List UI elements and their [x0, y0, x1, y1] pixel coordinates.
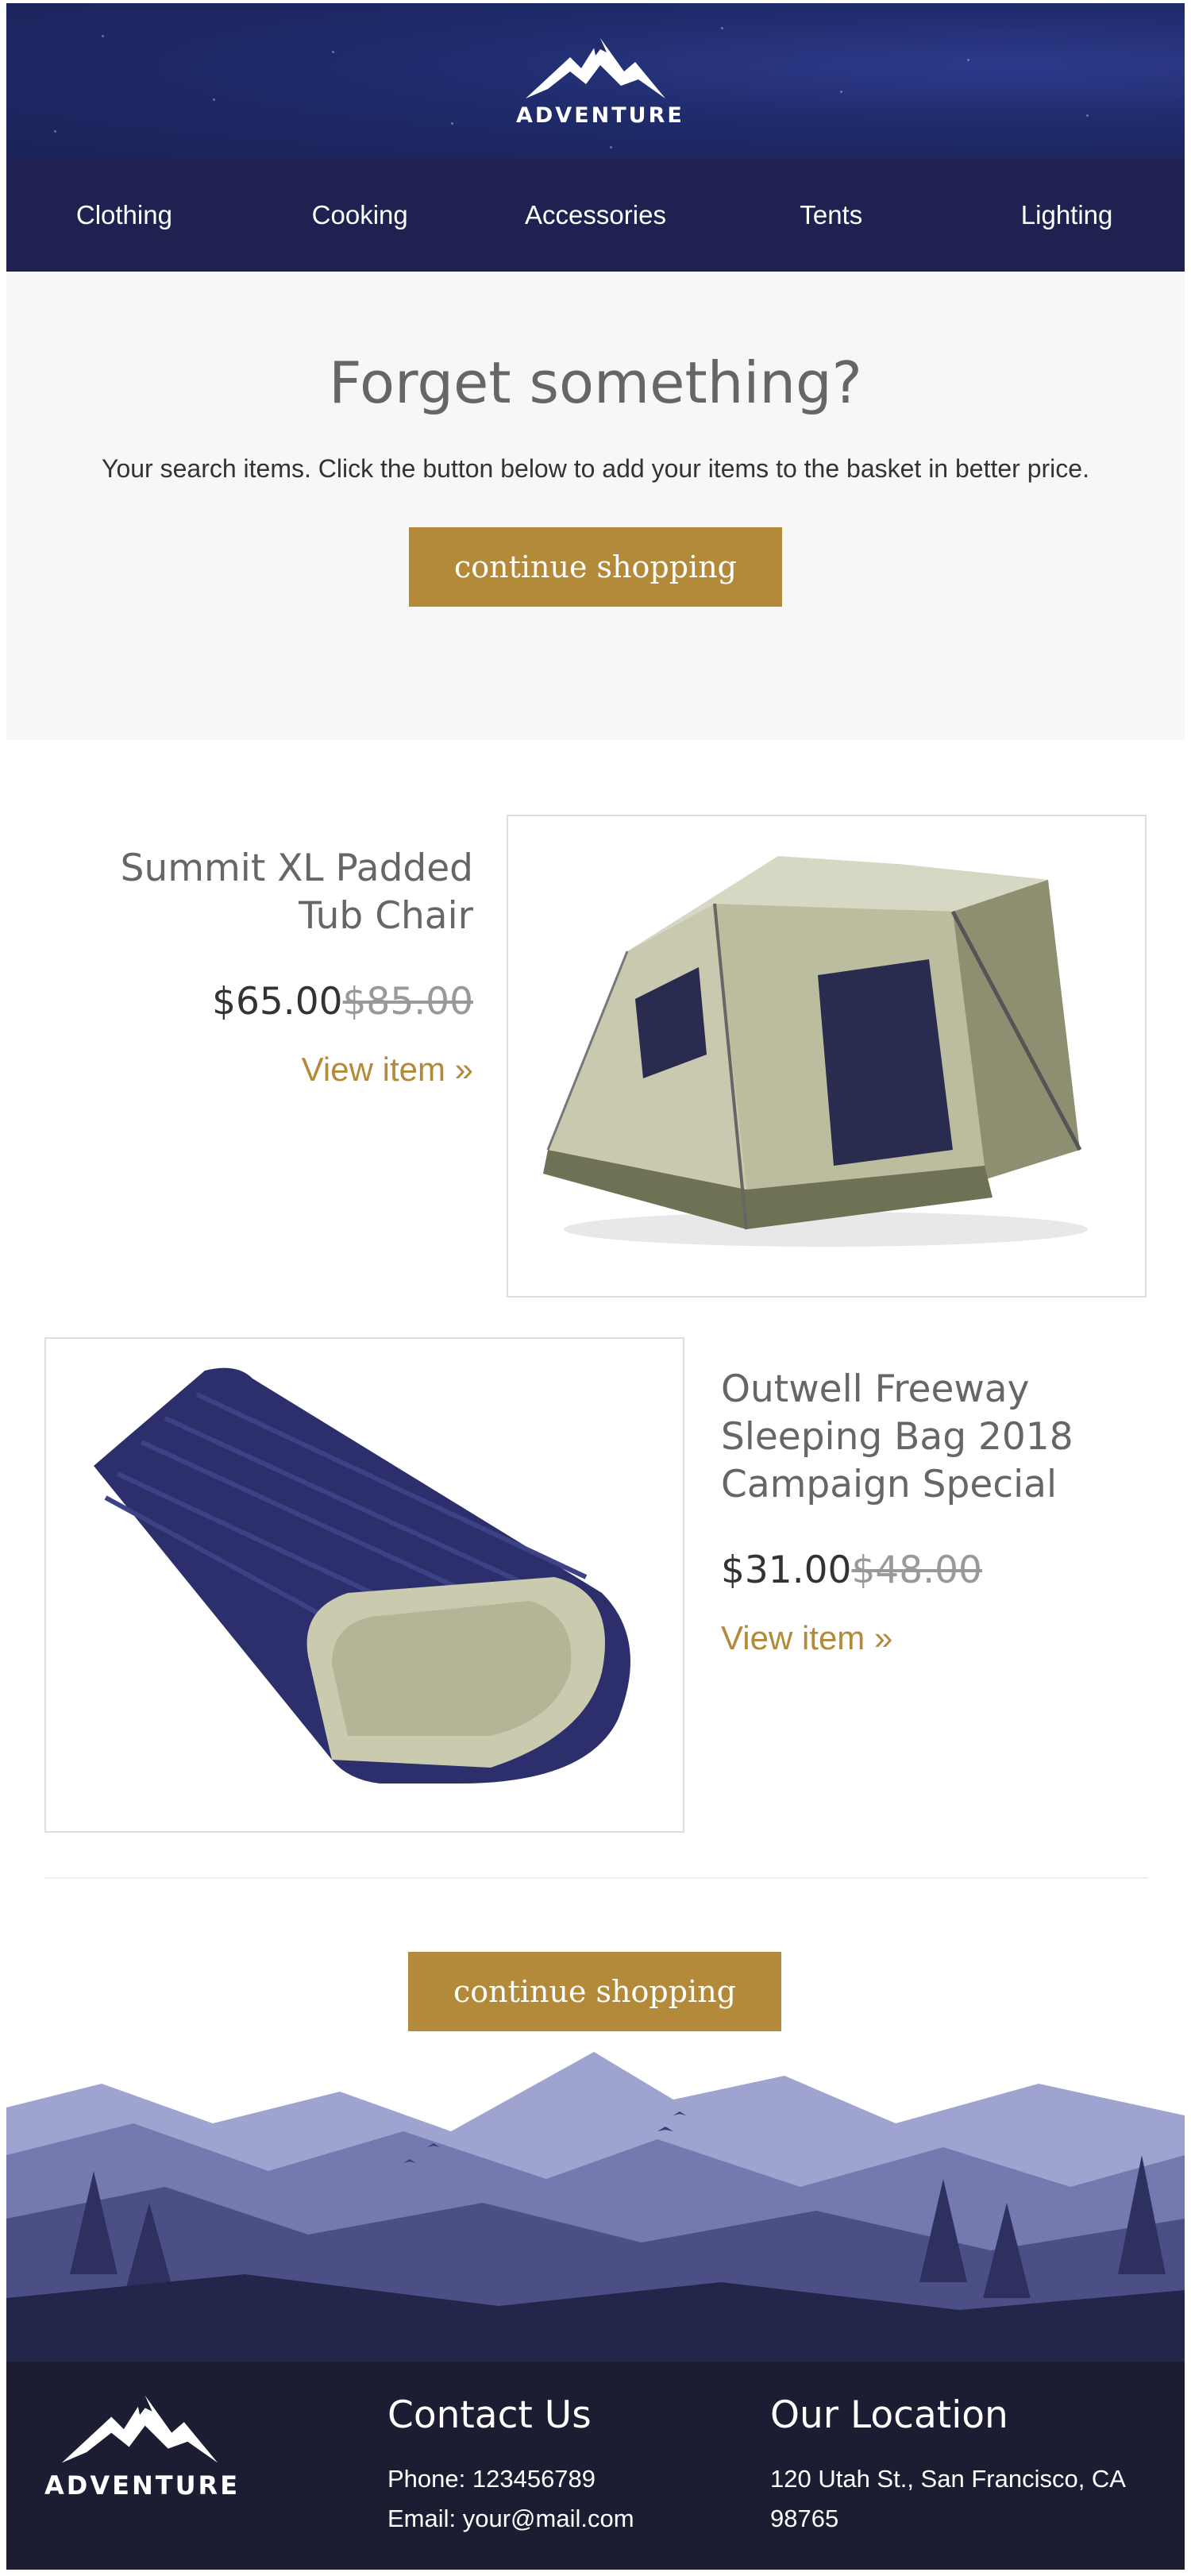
view-item-link[interactable]: View item » — [721, 1619, 892, 1657]
address-line2: 98765 — [770, 2505, 839, 2532]
brand-logo[interactable]: ADVENTURE — [516, 33, 684, 137]
location-column: Our Location 120 Utah St., San Francisco… — [770, 2393, 1151, 2539]
contact-column: Contact Us Phone: 123456789 Email: your@… — [387, 2393, 737, 2539]
mountain-landscape-illustration — [6, 2036, 1185, 2370]
continue-shopping-button[interactable]: continue shopping — [409, 527, 782, 607]
intro-body: Your search items. Click the button belo… — [102, 454, 1089, 483]
current-price: $65.00 — [212, 980, 343, 1024]
contact-email[interactable]: Email: your@mail.com — [387, 2499, 737, 2539]
product-price: $65.00$85.00 — [46, 980, 473, 1024]
mountain-icon — [526, 38, 665, 98]
tent-icon — [543, 856, 1088, 1247]
brand-logo[interactable]: ADVENTURE — [44, 2390, 241, 2501]
sleeping-bag-image[interactable] — [44, 1337, 684, 1833]
address-line1: 120 Utah St., San Francisco, CA — [770, 2465, 1126, 2493]
nav-item-cooking[interactable]: Cooking — [242, 159, 478, 272]
current-price: $31.00 — [721, 1548, 852, 1592]
product-title: Outwell Freeway Sleeping Bag 2018 Campai… — [721, 1367, 1073, 1506]
continue-shopping-button[interactable]: continue shopping — [408, 1952, 781, 2031]
product-price: $31.00$48.00 — [721, 1548, 1166, 1592]
nav-item-clothing[interactable]: Clothing — [6, 159, 242, 272]
location-heading: Our Location — [770, 2393, 1008, 2437]
view-item-link[interactable]: View item » — [302, 1051, 473, 1089]
category-nav: Clothing Cooking Accessories Tents Light… — [6, 159, 1185, 272]
mountain-icon — [61, 2395, 218, 2463]
product-card-text: Summit XL Padded Tub Chair $65.00$85.00 … — [46, 845, 473, 1089]
nav-item-lighting[interactable]: Lighting — [949, 159, 1185, 272]
old-price: $85.00 — [342, 980, 473, 1024]
nav-item-tents[interactable]: Tents — [713, 159, 949, 272]
header-hero: ADVENTURE — [6, 3, 1185, 159]
brand-wordmark: ADVENTURE — [516, 103, 684, 128]
brand-wordmark: ADVENTURE — [44, 2470, 241, 2501]
contact-phone: Phone: 123456789 — [387, 2465, 596, 2493]
email-frame: ADVENTURE Clothing Cooking Accessories T… — [6, 3, 1185, 2570]
nav-item-accessories[interactable]: Accessories — [478, 159, 714, 272]
product-card-text: Outwell Freeway Sleeping Bag 2018 Campai… — [721, 1366, 1166, 1657]
product-title: Summit XL Padded Tub Chair — [120, 846, 473, 938]
footer: ADVENTURE Contact Us Phone: 123456789 Em… — [6, 2362, 1185, 2570]
tent-image[interactable] — [507, 815, 1147, 1298]
intro-section: Forget something? Your search items. Cli… — [6, 272, 1185, 740]
contact-heading: Contact Us — [387, 2393, 592, 2437]
divider — [44, 1877, 1148, 1879]
old-price: $48.00 — [851, 1548, 982, 1592]
intro-heading: Forget something? — [329, 349, 862, 416]
sleeping-bag-icon — [94, 1367, 630, 1784]
